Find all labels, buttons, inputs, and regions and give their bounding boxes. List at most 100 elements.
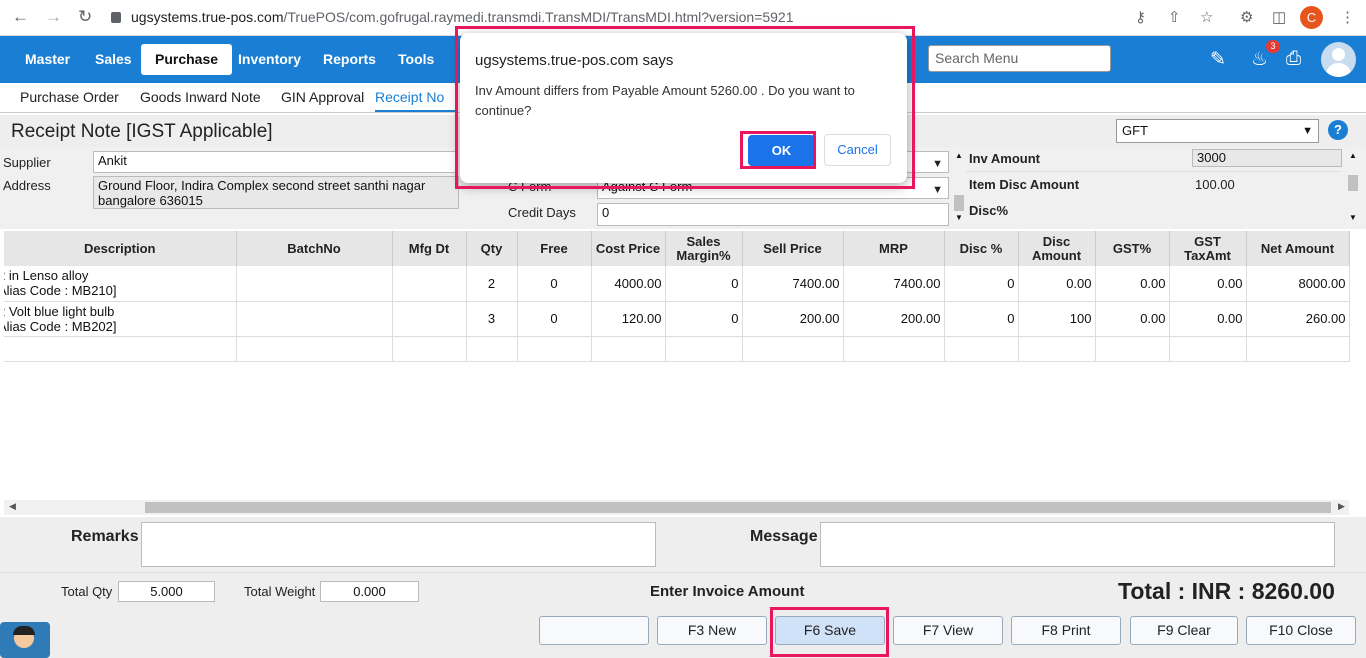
cell-disc-amount[interactable]: 0.00 — [1018, 266, 1096, 302]
sidepanel-icon[interactable]: ◫ — [1272, 8, 1286, 26]
scroll-up-icon[interactable]: ▲ — [1349, 151, 1357, 160]
table-row[interactable]: 2 in Lenso alloy Alias Code : MB210] 2 0 … — [4, 266, 1350, 302]
scroll-right-icon[interactable]: ▶ — [1338, 501, 1345, 512]
search-menu-input[interactable]: Search Menu — [928, 45, 1111, 72]
col-gst-taxamt[interactable]: GST TaxAmt — [1169, 231, 1247, 266]
menu-icon[interactable]: ⋮ — [1340, 8, 1355, 26]
cell-mrp[interactable]: 7400.00 — [843, 266, 945, 302]
f7-view-button[interactable]: F7 View — [893, 616, 1003, 645]
summary-scrollbar[interactable]: ▲ ▼ — [1346, 147, 1360, 225]
printer-icon[interactable]: ⎙ — [1286, 48, 1301, 70]
help-icon[interactable]: ? — [1328, 120, 1348, 140]
share-icon[interactable]: ⇧ — [1168, 8, 1181, 26]
col-gst-pct[interactable]: GST% — [1095, 231, 1170, 266]
cell-cost-price[interactable]: 4000.00 — [591, 266, 666, 302]
subtab-receipt-note[interactable]: Receipt No — [375, 89, 457, 112]
f9-clear-button[interactable]: F9 Clear — [1130, 616, 1238, 645]
tab-sales[interactable]: Sales — [95, 36, 132, 83]
cell-gst-pct[interactable]: 0.00 — [1095, 266, 1170, 302]
message-textarea[interactable] — [820, 522, 1335, 567]
support-bot-avatar[interactable] — [0, 622, 50, 658]
subtab-gin-approval[interactable]: GIN Approval — [281, 89, 364, 105]
col-net-amount[interactable]: Net Amount — [1246, 231, 1350, 266]
cell-gst-taxamt[interactable]: 0.00 — [1169, 301, 1247, 337]
bell-icon[interactable]: ♨ — [1251, 48, 1268, 71]
disc-pct-field[interactable] — [1192, 198, 1342, 220]
chevron-down-icon: ▼ — [932, 184, 943, 196]
inv-amount-field[interactable]: 3000 — [1192, 149, 1342, 167]
col-disc-pct[interactable]: Disc % — [944, 231, 1019, 266]
profile-avatar[interactable]: C — [1300, 6, 1323, 29]
totals-bar: Total Qty 5.000 Total Weight 0.000 Enter… — [0, 572, 1366, 610]
tab-purchase[interactable]: Purchase — [141, 44, 233, 75]
tab-tools[interactable]: Tools — [398, 36, 434, 83]
forward-icon[interactable]: → — [45, 7, 62, 27]
f3-new-button[interactable]: F3 New — [657, 616, 767, 645]
table-row[interactable]: 2 Volt blue light bulb Alias Code : MB202… — [4, 301, 1350, 337]
cell-mrp[interactable]: 200.00 — [843, 301, 945, 337]
key-icon[interactable]: ⚷ — [1135, 8, 1146, 26]
cell-disc-amount[interactable]: 100 — [1018, 301, 1096, 337]
cell-cost-price[interactable]: 120.00 — [591, 301, 666, 337]
scroll-thumb[interactable] — [145, 502, 1331, 513]
scroll-down-icon[interactable]: ▼ — [955, 213, 963, 222]
back-icon[interactable]: ← — [12, 7, 29, 27]
col-free[interactable]: Free — [517, 231, 592, 266]
cell-qty[interactable]: 3 — [466, 301, 518, 337]
supplier-field[interactable]: Ankit — [93, 151, 458, 173]
f10-close-button[interactable]: F10 Close — [1246, 616, 1356, 645]
cell-qty[interactable]: 2 — [466, 266, 518, 302]
theme-brush-icon[interactable]: ✎ — [1210, 48, 1226, 71]
table-row-empty[interactable] — [4, 336, 1350, 362]
tab-inventory[interactable]: Inventory — [238, 36, 301, 83]
cell-description[interactable]: 2 in Lenso alloy Alias Code : MB210] — [4, 266, 237, 302]
cell-sales-margin[interactable]: 0 — [665, 266, 743, 302]
url-host: ugsystems.true-pos.com — [131, 9, 284, 25]
cell-gst-taxamt[interactable]: 0.00 — [1169, 266, 1247, 302]
cell-batchno[interactable] — [236, 266, 393, 302]
col-disc-amount[interactable]: Disc Amount — [1018, 231, 1096, 266]
extensions-icon[interactable]: ⚙ — [1240, 8, 1253, 26]
col-batchno[interactable]: BatchNo — [236, 231, 393, 266]
cell-disc-pct[interactable]: 0 — [944, 301, 1019, 337]
item-disc-label: Item Disc Amount — [969, 177, 1080, 192]
col-cost-price[interactable]: Cost Price — [591, 231, 666, 266]
table-hscrollbar[interactable]: ◀ ▶ — [4, 500, 1349, 515]
branch-select[interactable]: GFT ▼ — [1116, 119, 1319, 143]
tab-reports[interactable]: Reports — [323, 36, 376, 83]
cell-sell-price[interactable]: 7400.00 — [742, 266, 844, 302]
scroll-down-icon[interactable]: ▼ — [1349, 213, 1357, 222]
col-description[interactable]: Description — [4, 231, 237, 266]
form-scrollbar[interactable]: ▲ ▼ — [952, 147, 966, 225]
col-mfg-dt[interactable]: Mfg Dt — [392, 231, 467, 266]
cell-disc-pct[interactable]: 0 — [944, 266, 1019, 302]
cell-free[interactable]: 0 — [517, 301, 592, 337]
col-mrp[interactable]: MRP — [843, 231, 945, 266]
blank-button[interactable] — [539, 616, 649, 645]
cell-gst-pct[interactable]: 0.00 — [1095, 301, 1170, 337]
star-icon[interactable]: ☆ — [1200, 8, 1213, 26]
scroll-up-icon[interactable]: ▲ — [955, 151, 963, 160]
user-avatar[interactable] — [1321, 42, 1356, 77]
subtab-goods-inward-note[interactable]: Goods Inward Note — [140, 89, 261, 105]
cell-sales-margin[interactable]: 0 — [665, 301, 743, 337]
cell-net-amount[interactable]: 260.00 — [1246, 301, 1350, 337]
col-qty[interactable]: Qty — [466, 231, 518, 266]
cell-net-amount[interactable]: 8000.00 — [1246, 266, 1350, 302]
tab-master[interactable]: Master — [25, 36, 70, 83]
col-sales-margin[interactable]: Sales Margin% — [665, 231, 743, 266]
credit-days-field[interactable]: 0 — [597, 203, 949, 226]
cell-description[interactable]: 2 Volt blue light bulb Alias Code : MB202… — [4, 301, 237, 337]
col-sell-price[interactable]: Sell Price — [742, 231, 844, 266]
cell-mfg-dt[interactable] — [392, 266, 467, 302]
f8-print-button[interactable]: F8 Print — [1011, 616, 1121, 645]
subtab-purchase-order[interactable]: Purchase Order — [20, 89, 119, 105]
cell-mfg-dt[interactable] — [392, 301, 467, 337]
cell-sell-price[interactable]: 200.00 — [742, 301, 844, 337]
scroll-left-icon[interactable]: ◀ — [9, 501, 16, 512]
dialog-highlight-box — [455, 26, 915, 189]
cell-free[interactable]: 0 — [517, 266, 592, 302]
remarks-textarea[interactable] — [141, 522, 656, 567]
reload-icon[interactable]: ↻ — [78, 7, 92, 27]
cell-batchno[interactable] — [236, 301, 393, 337]
